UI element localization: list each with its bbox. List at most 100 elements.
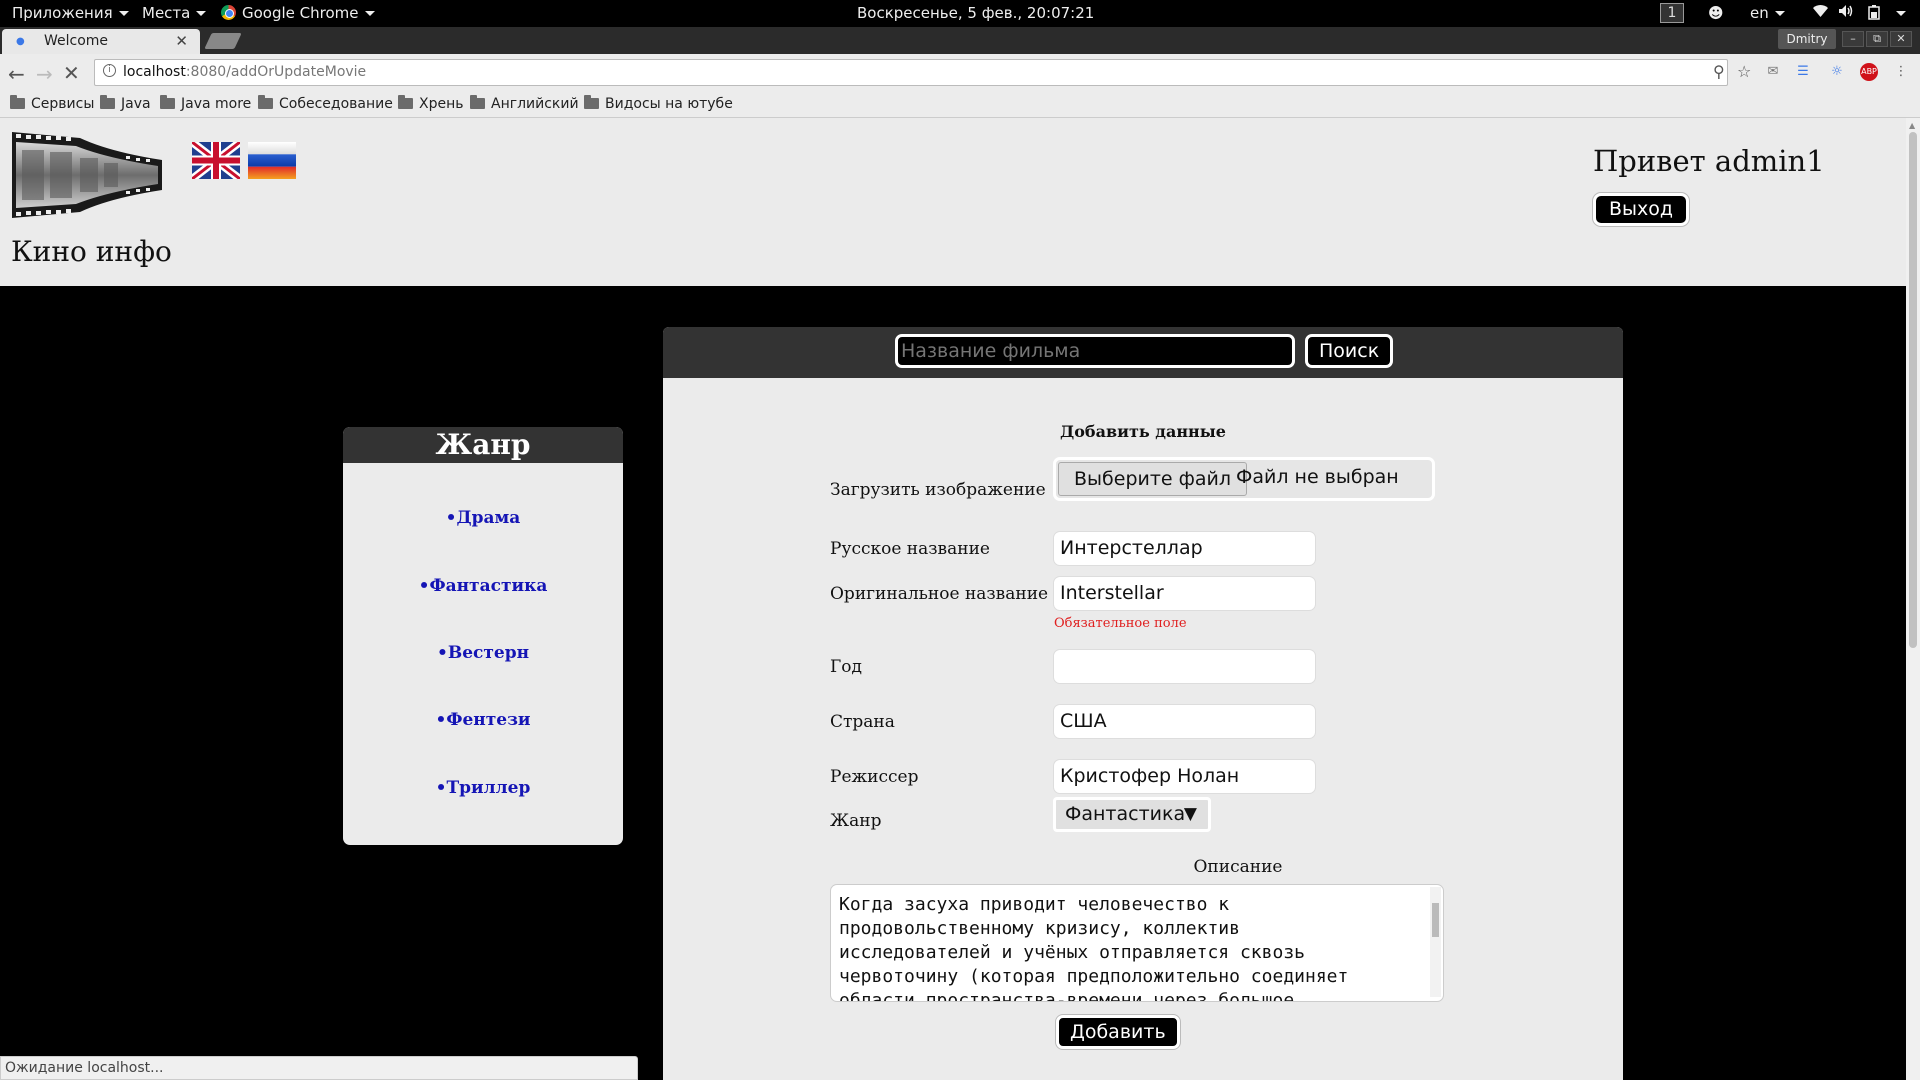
- folder-icon: [100, 95, 115, 109]
- tab-welcome[interactable]: ● Welcome ✕: [2, 29, 200, 54]
- description-textarea[interactable]: Когда засуха приводит человечество к про…: [830, 884, 1444, 1002]
- restore-window-button[interactable]: ⧉: [1866, 31, 1888, 47]
- back-arrow-icon[interactable]: ←: [8, 62, 25, 86]
- form-title: Добавить данные: [1060, 422, 1226, 441]
- page-scrollbar-thumb[interactable]: [1909, 132, 1917, 648]
- people-icon[interactable]: ☻: [1708, 4, 1724, 22]
- bookmark-item[interactable]: Английский: [470, 95, 579, 112]
- system-menu-chevron-icon[interactable]: [1896, 11, 1906, 16]
- chevron-down-icon: [1774, 11, 1785, 16]
- genre-link-thriller[interactable]: •Триллер: [343, 778, 623, 798]
- folder-icon: [160, 95, 175, 109]
- battery-icon[interactable]: [1868, 4, 1886, 24]
- active-app-label: Google Chrome: [242, 4, 359, 22]
- chevron-down-icon: [364, 11, 375, 16]
- page-scrollbar[interactable]: ▲: [1906, 118, 1920, 1080]
- keyboard-layout-label: en: [1750, 4, 1769, 22]
- address-bar[interactable]: i localhost:8080/addOrUpdateMovie ⚲ ☆: [94, 59, 1751, 86]
- applications-menu[interactable]: Приложения: [12, 4, 129, 22]
- genre-select-value: Фантастика: [1065, 803, 1186, 825]
- active-app-menu[interactable]: Google Chrome: [221, 4, 375, 22]
- bookmark-item[interactable]: Видосы на ютубе: [584, 95, 733, 112]
- image-file-input[interactable]: Выберите файл Файл не выбран: [1053, 457, 1435, 501]
- original-title-field[interactable]: Interstellar: [1053, 576, 1316, 611]
- stop-loading-icon[interactable]: ✕: [63, 61, 80, 85]
- gmail-extension-icon[interactable]: ✉: [1764, 63, 1782, 81]
- genre-link-fantasy[interactable]: •Фентези: [343, 710, 623, 730]
- close-window-button[interactable]: ✕: [1890, 31, 1912, 47]
- file-status-text: Файл не выбран: [1236, 466, 1399, 488]
- browser-status-bubble: Ожидание localhost...: [0, 1056, 638, 1080]
- russian-title-field[interactable]: Интерстеллар: [1053, 531, 1316, 566]
- minimize-window-button[interactable]: –: [1842, 31, 1864, 47]
- film-reel-logo[interactable]: [10, 128, 162, 220]
- year-field[interactable]: [1053, 649, 1316, 684]
- bookmark-item[interactable]: Собеседование: [258, 95, 393, 112]
- bookmarks-bar: Сервисы Java Java more Собеседование Хре…: [0, 92, 1920, 118]
- genre-link-sci-fi[interactable]: •Фантастика: [343, 576, 623, 596]
- forward-arrow-icon[interactable]: →: [36, 62, 53, 86]
- loading-spinner-icon: ●: [16, 36, 25, 47]
- bookmark-item[interactable]: Java more: [160, 95, 252, 112]
- bookmark-item[interactable]: Java: [100, 95, 151, 112]
- genre-link-western[interactable]: •Вестерн: [343, 643, 623, 663]
- volume-icon[interactable]: [1838, 4, 1855, 22]
- workspace-indicator[interactable]: 1: [1660, 3, 1684, 23]
- close-tab-icon[interactable]: ✕: [175, 32, 188, 50]
- wifi-icon[interactable]: [1812, 4, 1829, 22]
- tab-title: Welcome: [44, 33, 109, 49]
- russia-flag-icon[interactable]: [248, 142, 296, 179]
- bookmark-label: Java more: [181, 96, 252, 112]
- new-tab-button[interactable]: [204, 33, 242, 49]
- bookmark-star-icon[interactable]: ☆: [1737, 62, 1751, 81]
- genre-label: Жанр: [830, 811, 882, 831]
- url-text: localhost:8080/addOrUpdateMovie: [123, 64, 366, 80]
- country-label: Страна: [830, 712, 895, 732]
- places-menu[interactable]: Места: [142, 4, 207, 22]
- director-field[interactable]: Кристофер Нолан: [1053, 759, 1316, 794]
- year-label: Год: [830, 657, 862, 677]
- keyboard-layout-menu[interactable]: en: [1750, 4, 1785, 22]
- translate-extension-icon[interactable]: ☰: [1794, 63, 1812, 81]
- chrome-menu-icon[interactable]: ⋮: [1892, 63, 1910, 81]
- sync-extension-icon[interactable]: ☼: [1828, 63, 1846, 81]
- textarea-scrollbar[interactable]: [1430, 887, 1441, 997]
- add-movie-button[interactable]: Добавить: [1056, 1015, 1180, 1049]
- bookmark-label: Хрень: [419, 96, 464, 112]
- chevron-down-icon: [196, 11, 207, 16]
- user-greeting: Привет admin1: [1593, 144, 1825, 178]
- russian-title-label: Русское название: [830, 539, 990, 559]
- genre-sidebar-heading: Жанр: [343, 427, 623, 463]
- url-host: localhost: [123, 64, 186, 80]
- main-content: Поиск Добавить данные Загрузить изображе…: [663, 327, 1623, 1080]
- browser-toolbar: ← → ✕ i localhost:8080/addOrUpdateMovie …: [0, 54, 1920, 92]
- bookmark-item[interactable]: Хрень: [398, 95, 464, 112]
- bookmark-label: Видосы на ютубе: [605, 96, 733, 112]
- profile-button[interactable]: Dmitry: [1778, 29, 1836, 49]
- genre-sidebar: Жанр •Драма •Фантастика •Вестерн •Фентез…: [343, 427, 623, 845]
- places-menu-label: Места: [142, 4, 191, 22]
- chrome-icon: [221, 5, 236, 20]
- original-title-label: Оригинальное название: [830, 584, 1049, 604]
- site-info-icon[interactable]: i: [103, 64, 116, 77]
- country-field[interactable]: США: [1053, 704, 1316, 739]
- bookmark-item[interactable]: Сервисы: [10, 95, 94, 112]
- clock[interactable]: Воскресенье, 5 фев., 20:07:21: [857, 4, 1094, 22]
- scroll-up-icon[interactable]: ▲: [1909, 121, 1915, 130]
- zoom-icon[interactable]: ⚲: [1713, 62, 1725, 81]
- genre-link-drama[interactable]: •Драма: [343, 508, 623, 528]
- tab-strip: ● Welcome ✕ Dmitry – ⧉ ✕: [0, 27, 1920, 54]
- description-label: Описание: [1193, 857, 1283, 877]
- director-label: Режиссер: [830, 767, 919, 787]
- choose-file-button[interactable]: Выберите файл: [1058, 462, 1248, 496]
- uk-flag-icon[interactable]: [192, 142, 240, 179]
- search-button[interactable]: Поиск: [1305, 334, 1394, 368]
- textarea-scrollbar-thumb[interactable]: [1432, 903, 1439, 937]
- applications-menu-label: Приложения: [12, 4, 113, 22]
- genre-select[interactable]: Фантастика ▼: [1053, 797, 1211, 832]
- logout-button[interactable]: Выход: [1593, 193, 1690, 226]
- adblock-extension-icon[interactable]: ABP: [1860, 63, 1878, 81]
- movie-search-input[interactable]: [895, 334, 1295, 368]
- site-title: Кино инфо: [11, 235, 172, 268]
- required-field-error: Обязательное поле: [1054, 616, 1187, 631]
